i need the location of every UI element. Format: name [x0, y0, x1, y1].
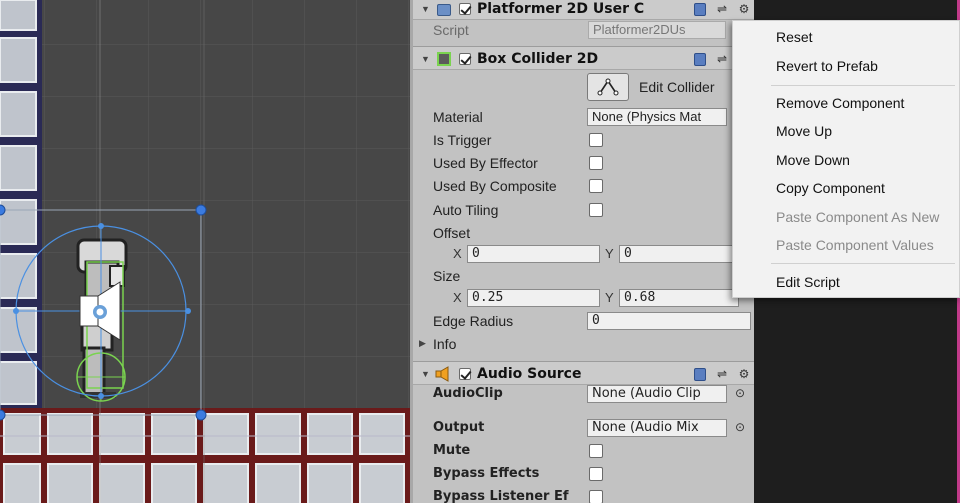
platformer-enabled-checkbox[interactable]	[459, 3, 471, 15]
mute-checkbox[interactable]	[589, 444, 603, 458]
gear-icon[interactable]: ⚙	[737, 2, 751, 16]
scene-view[interactable]	[0, 0, 410, 503]
auto-tiling-label: Auto Tiling	[433, 202, 499, 218]
box-collider-enabled-checkbox[interactable]	[459, 53, 471, 65]
offset-x-field[interactable]: 0	[467, 245, 600, 263]
sliders-icon[interactable]: ⇌	[715, 52, 729, 66]
collider-icon	[437, 52, 451, 66]
offset-label: Offset	[433, 225, 471, 241]
menu-item-edit-script[interactable]: Edit Script	[776, 274, 840, 290]
fold-arrow-icon[interactable]: ▼	[421, 54, 430, 64]
is-trigger-checkbox[interactable]	[589, 133, 603, 147]
material-label: Material	[433, 109, 483, 125]
used-by-composite-label: Used By Composite	[433, 178, 557, 194]
used-by-composite-checkbox[interactable]	[589, 179, 603, 193]
gear-icon[interactable]: ⚙	[737, 367, 751, 381]
output-label: Output	[433, 420, 485, 435]
script-label: Script	[433, 22, 469, 38]
menu-separator	[771, 85, 955, 86]
offset-x-label: X	[453, 246, 462, 261]
inspector-panel[interactable]: ▼ Platformer 2D User C ⇌ ⚙ Script Platfo…	[410, 0, 754, 503]
material-field[interactable]: None (Physics Mat	[587, 108, 727, 126]
platformer-component-header[interactable]: ▼ Platformer 2D User C ⇌ ⚙	[413, 0, 754, 20]
menu-item-paste-component-values: Paste Component Values	[776, 237, 934, 253]
edit-collider-button[interactable]	[587, 73, 629, 101]
edge-radius-field[interactable]: 0	[587, 312, 751, 330]
book-icon[interactable]	[693, 2, 707, 16]
output-field[interactable]: None (Audio Mix	[587, 419, 727, 437]
menu-separator	[771, 263, 955, 264]
box-collider-component-header[interactable]: ▼ Box Collider 2D ⇌ ⚙	[413, 46, 754, 70]
polygon-edit-icon	[597, 78, 619, 96]
info-fold-arrow-icon[interactable]: ▶	[419, 338, 426, 349]
audioclip-label: AudioClip	[433, 386, 503, 401]
fold-arrow-icon[interactable]: ▼	[421, 369, 430, 379]
info-label[interactable]: Info	[433, 336, 456, 352]
bypass-listener-effects-label: Bypass Listener Ef	[433, 489, 569, 503]
menu-item-remove-component[interactable]: Remove Component	[776, 95, 904, 111]
mute-label: Mute	[433, 443, 471, 458]
book-icon[interactable]	[693, 52, 707, 66]
menu-item-copy-component[interactable]: Copy Component	[776, 180, 885, 196]
edge-radius-label: Edge Radius	[433, 313, 514, 329]
audio-source-enabled-checkbox[interactable]	[459, 368, 471, 380]
used-by-effector-checkbox[interactable]	[589, 156, 603, 170]
platformer-title: Platformer 2D User C	[477, 1, 645, 17]
size-x-field[interactable]: 0.25	[467, 289, 600, 307]
size-y-label: Y	[605, 290, 614, 305]
book-icon[interactable]	[693, 367, 707, 381]
bypass-effects-checkbox[interactable]	[589, 467, 603, 481]
menu-item-paste-component-as-new: Paste Component As New	[776, 209, 940, 225]
is-trigger-label: Is Trigger	[433, 132, 492, 148]
script-icon	[437, 4, 451, 16]
used-by-effector-label: Used By Effector	[433, 155, 538, 171]
scene-canvas[interactable]	[0, 0, 410, 503]
menu-item-reset[interactable]: Reset	[776, 29, 813, 45]
circle-dot-icon[interactable]: ⊙	[735, 420, 745, 434]
sliders-icon[interactable]: ⇌	[715, 367, 729, 381]
fold-arrow-icon[interactable]: ▼	[421, 4, 430, 14]
edit-collider-label: Edit Collider	[639, 79, 715, 95]
size-y-field[interactable]: 0.68	[619, 289, 739, 307]
menu-item-move-up[interactable]: Move Up	[776, 123, 832, 139]
offset-y-field[interactable]: 0	[619, 245, 739, 263]
bypass-listener-effects-checkbox[interactable]	[589, 490, 603, 503]
floor-tiles	[0, 408, 410, 503]
component-context-menu[interactable]: Reset Revert to Prefab Remove Component …	[732, 20, 960, 298]
box-collider-title: Box Collider 2D	[477, 51, 599, 67]
auto-tiling-checkbox[interactable]	[589, 203, 603, 217]
size-x-label: X	[453, 290, 462, 305]
audio-source-title: Audio Source	[477, 366, 582, 382]
menu-item-revert-to-prefab[interactable]: Revert to Prefab	[776, 58, 878, 74]
audio-source-component-header[interactable]: ▼ Audio Source ⇌ ⚙	[413, 361, 754, 385]
script-field[interactable]: Platformer2DUs	[588, 21, 726, 39]
bypass-effects-label: Bypass Effects	[433, 466, 540, 481]
size-label: Size	[433, 268, 461, 284]
menu-item-move-down[interactable]: Move Down	[776, 152, 850, 168]
circle-dot-icon[interactable]: ⊙	[735, 386, 745, 400]
speaker-icon	[435, 366, 449, 382]
wall-tiles	[0, 0, 42, 410]
offset-y-label: Y	[605, 246, 614, 261]
audioclip-field[interactable]: None (Audio Clip	[587, 385, 727, 403]
sliders-icon[interactable]: ⇌	[715, 2, 729, 16]
